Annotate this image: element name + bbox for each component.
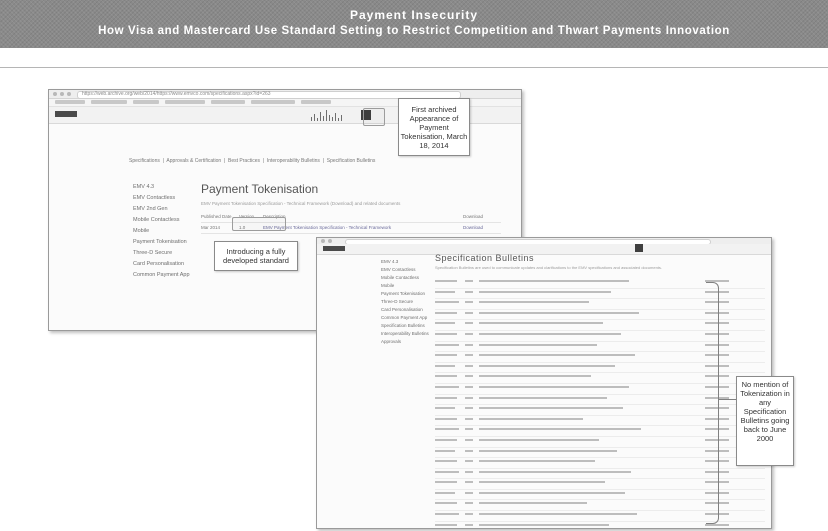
wayback-logo — [323, 246, 345, 251]
back-icon — [321, 239, 325, 243]
callout-introducing: Introducing a fully developed standard — [214, 241, 298, 271]
page-description: Specification Bulletins are used to comm… — [435, 265, 663, 270]
wayback-date-marker[interactable] — [635, 244, 643, 252]
bulletins-bracket — [706, 282, 719, 524]
forward-icon — [60, 92, 64, 96]
side-nav: EMV 4.3 EMV Contactless EMV 2nd Gen Mobile … — [133, 184, 190, 278]
page-description: EMV Payment Tokenisation Specification -… — [201, 201, 401, 206]
bracket-pointer — [718, 399, 736, 400]
address-text: https://web.archive.org/web/2014/https:/… — [82, 91, 271, 97]
forward-icon — [328, 239, 332, 243]
banner-subtitle: How Visa and Mastercard Use Standard Set… — [98, 25, 730, 37]
divider-line — [0, 67, 828, 68]
side-nav: EMV 4.3 EMV Contactless Mobile Contactless… — [381, 259, 429, 344]
callout-first-archived: First archived Appearance of Payment Tok… — [398, 98, 470, 156]
screenshot-specification-bulletins: EMV 4.3 EMV Contactless Mobile Contactless… — [316, 237, 772, 529]
back-icon — [53, 92, 57, 96]
version-highlight — [232, 217, 286, 231]
page-title: Specification Bulletins — [435, 253, 535, 263]
wayback-logo — [55, 111, 77, 117]
page-title: Payment Tokenisation — [201, 182, 319, 196]
header-banner: Payment Insecurity How Visa and Masterca… — [0, 0, 828, 48]
reload-icon — [67, 92, 71, 96]
banner-title: Payment Insecurity — [349, 8, 479, 22]
top-nav: Specifications | Approvals & Certificati… — [129, 158, 376, 164]
callout-no-mention: No mention of Tokenization in any Specif… — [736, 376, 794, 466]
date-highlight — [363, 108, 385, 126]
wayback-toolbar — [317, 244, 771, 255]
